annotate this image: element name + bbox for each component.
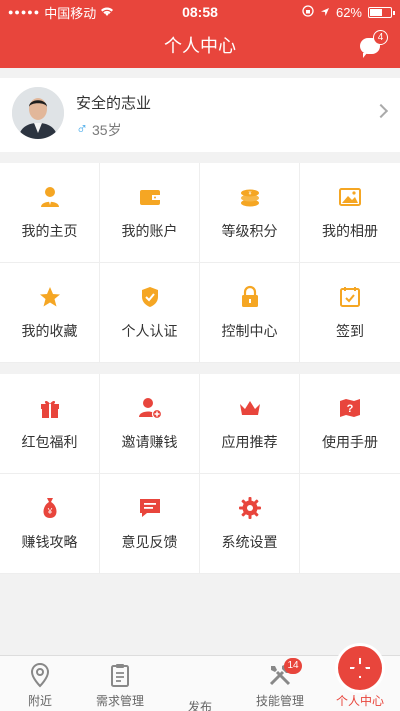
wifi-icon <box>100 5 114 20</box>
male-icon: ♂ <box>76 121 88 138</box>
menu-item-label: 邀请赚钱 <box>121 433 178 450</box>
carrier-name: 中国移动 <box>44 5 97 21</box>
location-arrow-icon <box>320 5 330 20</box>
menu-item-earning-guide[interactable]: ¥ 赚钱攻略 <box>0 474 100 574</box>
tab-label: 个人中心 <box>335 694 384 708</box>
tab-skill-management[interactable]: 14 技能管理 <box>240 656 320 711</box>
person-icon <box>349 664 371 687</box>
menu-item-red-packet-benefits[interactable]: 红包福利 <box>0 374 100 474</box>
skill-count-badge: 14 <box>284 658 302 674</box>
signal-strength: ●●●●● <box>8 7 41 17</box>
menu-item-label: 我的主页 <box>21 222 78 239</box>
money-bag-icon: ¥ <box>43 497 56 518</box>
svg-text:¥: ¥ <box>248 191 251 197</box>
add-user-icon <box>138 397 162 419</box>
lock-icon <box>241 285 258 307</box>
menu-item-label: 等级积分 <box>221 222 278 239</box>
tab-demand-management[interactable]: 需求管理 <box>80 656 160 711</box>
tab-label: 技能管理 <box>255 694 304 708</box>
age-text: 35岁 <box>92 122 122 138</box>
menu-item-system-settings[interactable]: 系统设置 <box>200 474 300 574</box>
clipboard-icon <box>111 664 129 687</box>
menu-item-label: 红包福利 <box>21 433 78 450</box>
calendar-check-icon <box>340 286 360 307</box>
menu-item-level-points[interactable]: ¥ 等级积分 <box>200 163 300 263</box>
menu-item-label: 意见反馈 <box>121 533 178 550</box>
menu-item-label: 应用推荐 <box>221 433 278 450</box>
gift-icon <box>40 400 59 418</box>
tab-personal-center[interactable]: 个人中心 <box>320 656 400 711</box>
star-icon <box>39 286 60 306</box>
map-help-icon: ? <box>340 398 360 417</box>
profile-card[interactable]: 安全的志业 ♂ 35岁 <box>0 78 400 152</box>
menu-grid-secondary: 红包福利 邀请赚钱 应用推荐 ? 使用手册 ¥ 赚钱攻略 意见反馈 系统设置 <box>0 374 400 574</box>
menu-item-label: 系统设置 <box>221 533 278 550</box>
menu-item-label: 个人认证 <box>121 322 178 339</box>
menu-item-label: 我的相册 <box>322 222 378 239</box>
menu-item-label: 签到 <box>336 322 364 339</box>
page-title: 个人中心 <box>164 36 236 56</box>
tab-nearby[interactable]: 附近 <box>0 656 80 711</box>
crown-icon <box>239 400 260 415</box>
menu-item-label: 赚钱攻略 <box>21 533 78 550</box>
shield-check-icon <box>141 286 158 307</box>
message-count-badge: 4 <box>373 30 388 45</box>
menu-item-label: 我的收藏 <box>21 322 78 339</box>
menu-item-feedback[interactable]: 意见反馈 <box>100 474 200 574</box>
image-icon <box>339 187 361 206</box>
svg-text:¥: ¥ <box>46 507 52 516</box>
svg-text:?: ? <box>347 403 354 415</box>
empty-cell <box>300 474 400 574</box>
battery-icon <box>368 6 395 18</box>
wallet-icon <box>139 189 160 205</box>
menu-item-label: 我的账户 <box>121 222 178 239</box>
bottom-tab-bar: 附近 需求管理 发布 14 技能管理 个人中心 <box>0 646 400 711</box>
tab-label: 附近 <box>27 694 52 708</box>
gear-icon <box>238 496 261 519</box>
location-pin-icon <box>30 662 50 688</box>
profile-age: ♂ 35岁 <box>76 120 122 140</box>
menu-item-my-favorites[interactable]: 我的收藏 <box>0 263 100 363</box>
chevron-right-icon <box>373 103 389 119</box>
tab-label: 需求管理 <box>95 694 144 708</box>
menu-item-personal-verification[interactable]: 个人认证 <box>100 263 200 363</box>
coins-icon: ¥ <box>240 189 259 206</box>
status-bar: ●●●●● 中国移动 08:58 62% <box>0 0 400 24</box>
navigation-bar: 个人中心 4 <box>0 24 400 68</box>
menu-item-user-manual[interactable]: ? 使用手册 <box>300 374 400 474</box>
menu-item-invite-earn[interactable]: 邀请赚钱 <box>100 374 200 474</box>
menu-item-check-in[interactable]: 签到 <box>300 263 400 363</box>
profile-name: 安全的志业 <box>76 95 152 112</box>
messages-button[interactable]: 4 <box>360 30 388 58</box>
avatar[interactable] <box>12 87 64 139</box>
menu-grid-primary: 我的主页 我的账户 ¥ 等级积分 我的相册 我的收藏 个人认证 控制中心 签到 <box>0 163 400 363</box>
tab-publish[interactable]: 发布 <box>160 646 382 711</box>
menu-item-my-album[interactable]: 我的相册 <box>300 163 400 263</box>
menu-item-control-center[interactable]: 控制中心 <box>200 263 300 363</box>
rotation-lock-icon <box>302 4 314 20</box>
menu-item-label: 控制中心 <box>221 322 278 339</box>
menu-item-my-account[interactable]: 我的账户 <box>100 163 200 263</box>
menu-item-label: 使用手册 <box>322 433 378 450</box>
user-icon <box>40 186 59 207</box>
menu-item-app-recommend[interactable]: 应用推荐 <box>200 374 300 474</box>
tab-label: 发布 <box>187 700 212 711</box>
menu-item-my-homepage[interactable]: 我的主页 <box>0 163 100 263</box>
feedback-icon <box>139 498 160 517</box>
battery-percent: 62% <box>335 4 362 20</box>
